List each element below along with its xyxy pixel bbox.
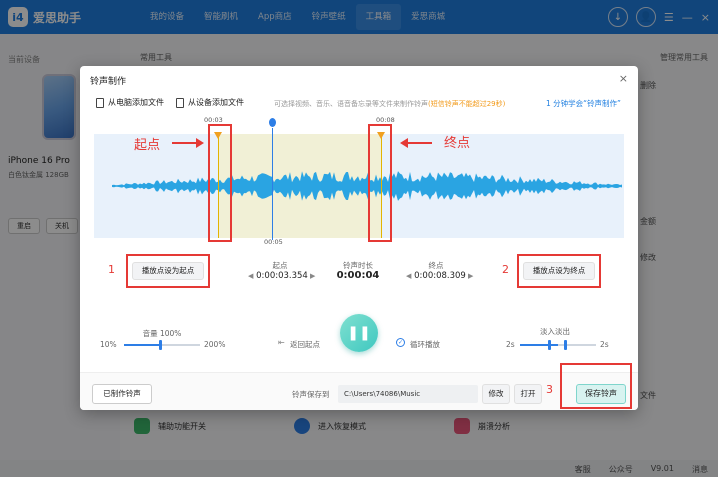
add-from-device-label: 从设备添加文件 [188, 98, 244, 107]
annotation-num-2: 2 [502, 263, 509, 276]
volume-max: 200% [204, 340, 226, 349]
playhead-time-label: 00:05 [264, 238, 283, 246]
file-add-icon [96, 97, 104, 108]
learn-link[interactable]: 1 分钟学会“铃声制作” [546, 98, 621, 109]
save-path-field[interactable]: C:\Users\74086\Music [338, 385, 478, 403]
made-ringtones-button[interactable]: 已制作铃声 [92, 384, 152, 404]
hint-main: 可选择视频、音乐、语音备忘录等文件来制作铃声 [274, 100, 428, 108]
save-to-label: 铃声保存到 [292, 390, 330, 399]
open-button[interactable]: 打开 [514, 384, 542, 404]
dialog-title: 铃声制作 [90, 77, 127, 87]
dialog-close-icon[interactable]: × [619, 72, 628, 85]
start-time-label: 00:03 [204, 116, 223, 124]
fade-slider-fill [520, 344, 558, 346]
fade-in-knob[interactable] [548, 340, 551, 350]
playhead[interactable] [269, 118, 276, 240]
end-decrease-icon[interactable]: ◀ [406, 272, 411, 280]
end-time-label: 00:08 [376, 116, 395, 124]
annotation-box-end [368, 124, 392, 242]
waveform-area[interactable] [94, 118, 624, 240]
volume-knob[interactable] [159, 340, 162, 350]
set-start-button[interactable]: 播放点设为起点 [132, 262, 204, 280]
set-end-button[interactable]: 播放点设为终点 [523, 262, 595, 280]
volume-label: 音量 100% [142, 329, 182, 338]
duration-value: 0:00:04 [336, 270, 380, 281]
loop-label: 循环播放 [410, 340, 440, 349]
annotation-arrow-right [172, 138, 204, 148]
hint-text: 可选择视频、音乐、语音备忘录等文件来制作铃声(短信铃声不能超过29秒) [274, 99, 505, 109]
hint-warning: (短信铃声不能超过29秒) [428, 100, 506, 108]
fade-out-value: 2s [600, 340, 609, 349]
end-field-label: 终点 [428, 261, 444, 270]
add-from-pc-label: 从电脑添加文件 [108, 98, 164, 107]
modify-button[interactable]: 修改 [482, 384, 510, 404]
annotation-start-text: 起点 [134, 138, 161, 153]
add-from-device-button[interactable]: 从设备添加文件 [176, 97, 244, 108]
start-decrease-icon[interactable]: ◀ [248, 272, 253, 280]
playhead-pin-icon[interactable] [269, 118, 276, 127]
fade-in-value: 2s [506, 340, 515, 349]
start-field-label: 起点 [272, 261, 288, 270]
annotation-num-3: 3 [546, 383, 553, 396]
volume-slider-fill [124, 344, 160, 346]
loop-toggle[interactable]: ✓ [396, 338, 405, 347]
back-to-start-button[interactable]: 返回起点 [290, 339, 320, 350]
annotation-arrow-left [400, 138, 432, 148]
save-ringtone-button[interactable]: 保存铃声 [576, 384, 626, 404]
waveform-svg [112, 171, 622, 201]
add-from-pc-button[interactable]: 从电脑添加文件 [96, 97, 164, 108]
file-add-icon [176, 97, 184, 108]
dialog-footer: 已制作铃声 铃声保存到 C:\Users\74086\Music 修改 打开 3… [80, 363, 638, 410]
back-to-start-icon[interactable]: ⇤ [278, 338, 285, 347]
start-value[interactable]: 0:00:03.354 [256, 271, 308, 281]
pause-button[interactable]: ❚❚ [340, 314, 378, 352]
pause-icon: ❚❚ [347, 325, 371, 341]
annotation-box-start [208, 124, 232, 242]
fade-label: 淡入淡出 [540, 327, 570, 336]
waveform [112, 171, 622, 201]
end-increase-icon[interactable]: ▶ [468, 272, 473, 280]
fade-out-knob[interactable] [564, 340, 567, 350]
start-increase-icon[interactable]: ▶ [310, 272, 315, 280]
end-value[interactable]: 0:00:08.309 [414, 271, 466, 281]
annotation-end-text: 终点 [444, 136, 471, 151]
ringtone-dialog: 铃声制作 × 从电脑添加文件 从设备添加文件 可选择视频、音乐、语音备忘录等文件… [80, 66, 638, 410]
annotation-num-1: 1 [108, 263, 115, 276]
volume-min: 10% [100, 340, 117, 349]
check-icon: ✓ [396, 338, 405, 347]
